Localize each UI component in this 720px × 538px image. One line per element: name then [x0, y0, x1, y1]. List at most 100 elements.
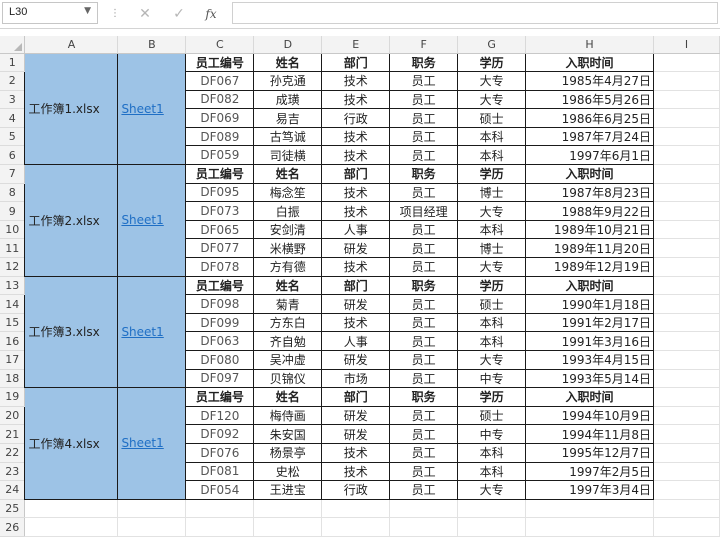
data-cell[interactable]: 技术 — [321, 461, 391, 482]
data-cell[interactable]: DF097 — [185, 368, 255, 389]
data-cell[interactable]: 博士 — [457, 238, 527, 259]
data-cell[interactable]: 本科 — [457, 442, 527, 463]
data-cell[interactable]: 大专 — [457, 257, 527, 277]
row-header[interactable]: 5 — [0, 127, 26, 147]
row-header[interactable]: 26 — [0, 517, 26, 537]
data-cell[interactable]: 人事 — [321, 331, 391, 351]
data-cell[interactable]: 本科 — [457, 126, 527, 147]
data-cell[interactable]: 员工 — [389, 442, 459, 463]
cancel-icon[interactable]: ✕ — [134, 4, 156, 24]
row-header[interactable]: 15 — [0, 313, 26, 333]
sheet-link-cell[interactable]: Sheet1 — [117, 52, 187, 166]
name-box[interactable]: L30 ▼ — [2, 2, 98, 24]
data-cell[interactable]: 史松 — [253, 461, 323, 482]
empty-cell[interactable] — [653, 108, 720, 128]
data-cell[interactable]: DF080 — [185, 350, 255, 370]
data-cell[interactable]: 员工 — [389, 182, 459, 203]
column-title-cell[interactable]: 部门 — [321, 52, 391, 73]
data-cell[interactable]: 1994年11月8日 — [525, 424, 655, 444]
data-cell[interactable]: 技术 — [321, 89, 391, 110]
select-all-corner[interactable] — [0, 36, 26, 54]
data-cell[interactable]: 技术 — [321, 145, 391, 166]
data-cell[interactable]: 本科 — [457, 312, 527, 333]
data-cell[interactable]: 1987年8月23日 — [525, 182, 655, 203]
column-title-cell[interactable]: 部门 — [321, 164, 391, 184]
sheet-link-cell[interactable]: Sheet1 — [117, 387, 187, 500]
data-cell[interactable]: 员工 — [389, 405, 459, 426]
data-cell[interactable]: 1989年11月20日 — [525, 238, 655, 259]
formula-input[interactable] — [232, 2, 718, 24]
empty-cell[interactable] — [653, 238, 720, 259]
data-cell[interactable]: 1985年4月27日 — [525, 71, 655, 91]
empty-cell[interactable] — [389, 499, 459, 519]
data-cell[interactable]: 贝锦仪 — [253, 368, 323, 389]
data-cell[interactable]: 梅念笙 — [253, 182, 323, 203]
data-cell[interactable]: DF082 — [185, 89, 255, 110]
empty-cell[interactable] — [653, 313, 720, 333]
empty-cell[interactable] — [653, 201, 720, 221]
empty-cell[interactable] — [653, 220, 720, 240]
data-cell[interactable]: 市场 — [321, 368, 391, 389]
column-title-cell[interactable]: 员工编号 — [185, 387, 255, 407]
column-title-cell[interactable]: 学历 — [457, 164, 527, 184]
sheet-link[interactable]: Sheet1 — [121, 102, 163, 116]
row-header[interactable]: 3 — [0, 90, 26, 110]
data-cell[interactable]: 本科 — [457, 145, 527, 166]
data-cell[interactable]: 朱安国 — [253, 424, 323, 444]
row-header[interactable]: 6 — [0, 145, 26, 166]
data-cell[interactable]: 博士 — [457, 182, 527, 203]
data-cell[interactable]: 方有德 — [253, 257, 323, 277]
empty-cell[interactable] — [253, 517, 323, 537]
data-cell[interactable]: DF089 — [185, 126, 255, 147]
column-title-cell[interactable]: 姓名 — [253, 387, 323, 407]
sheet-link[interactable]: Sheet1 — [121, 213, 163, 227]
data-cell[interactable]: 1986年5月26日 — [525, 89, 655, 110]
empty-cell[interactable] — [653, 443, 720, 463]
column-title-cell[interactable]: 职务 — [389, 52, 459, 73]
data-cell[interactable]: 1986年6月25日 — [525, 108, 655, 128]
chevron-down-icon[interactable]: ▼ — [84, 6, 91, 16]
empty-cell[interactable] — [653, 90, 720, 110]
column-title-cell[interactable]: 姓名 — [253, 164, 323, 184]
data-cell[interactable]: DF069 — [185, 108, 255, 128]
data-cell[interactable]: 研发 — [321, 294, 391, 314]
data-cell[interactable]: 硕士 — [457, 294, 527, 314]
data-cell[interactable]: 员工 — [389, 368, 459, 389]
data-cell[interactable]: 1988年9月22日 — [525, 201, 655, 221]
data-cell[interactable]: 王进宝 — [253, 480, 323, 500]
data-cell[interactable]: 本科 — [457, 461, 527, 482]
column-header-i[interactable]: I — [653, 36, 720, 54]
data-cell[interactable]: 员工 — [389, 71, 459, 91]
data-cell[interactable]: 员工 — [389, 294, 459, 314]
column-title-cell[interactable]: 姓名 — [253, 275, 323, 296]
data-cell[interactable]: 中专 — [457, 368, 527, 389]
sheet-link[interactable]: Sheet1 — [121, 325, 163, 339]
row-header[interactable]: 22 — [0, 443, 26, 463]
empty-cell[interactable] — [457, 499, 527, 519]
file-name-cell[interactable]: 工作簿1.xlsx — [24, 52, 119, 166]
data-cell[interactable]: 员工 — [389, 238, 459, 259]
row-header[interactable]: 19 — [0, 387, 26, 407]
empty-cell[interactable] — [525, 499, 655, 519]
column-title-cell[interactable]: 入职时间 — [525, 275, 655, 296]
data-cell[interactable]: 菊青 — [253, 294, 323, 314]
row-header[interactable]: 21 — [0, 424, 26, 444]
empty-cell[interactable] — [653, 127, 720, 147]
data-cell[interactable]: 员工 — [389, 145, 459, 166]
data-cell[interactable]: 硕士 — [457, 405, 527, 426]
row-header[interactable]: 1 — [0, 53, 26, 73]
data-cell[interactable]: 大专 — [457, 201, 527, 221]
column-header-d[interactable]: D — [253, 36, 323, 54]
column-header-g[interactable]: G — [457, 36, 527, 54]
data-cell[interactable]: 员工 — [389, 480, 459, 500]
data-cell[interactable]: DF076 — [185, 442, 255, 463]
spreadsheet-grid[interactable]: ABCDEFGHI 1 工作簿1.xlsx Sheet1 员工编号 姓名 部门 职务 学历 入职… — [0, 36, 720, 538]
sheet-link[interactable]: Sheet1 — [121, 436, 163, 450]
data-cell[interactable]: DF059 — [185, 145, 255, 166]
data-cell[interactable]: 研发 — [321, 350, 391, 370]
data-cell[interactable]: 大专 — [457, 89, 527, 110]
row-header[interactable]: 2 — [0, 71, 26, 91]
row-header[interactable]: 20 — [0, 406, 26, 426]
row-header[interactable]: 9 — [0, 201, 26, 221]
data-cell[interactable]: 行政 — [321, 108, 391, 128]
